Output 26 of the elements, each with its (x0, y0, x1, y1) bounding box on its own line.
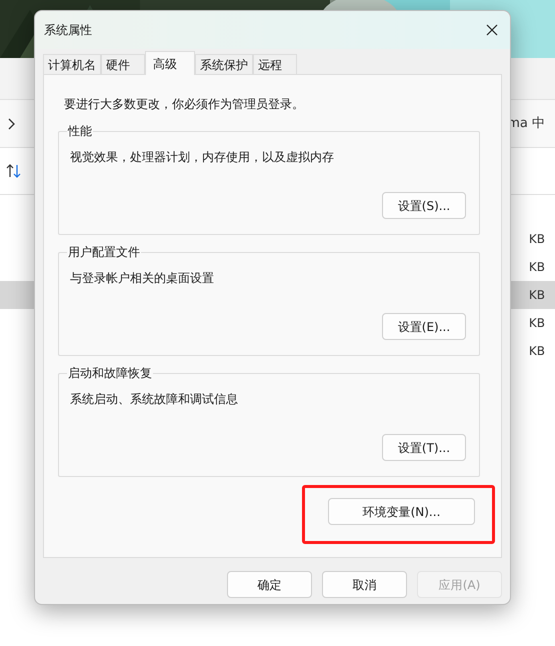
group-title: 用户配置文件 (67, 244, 141, 260)
settings-button[interactable]: 设置(E)... (382, 313, 466, 340)
environment-variables-button[interactable]: 环境变量(N)... (328, 498, 475, 525)
tab[interactable]: 硬件 (101, 54, 145, 75)
settings-button[interactable]: 设置(T)... (382, 434, 466, 461)
file-size: KB (528, 231, 545, 248)
file-size: KB (528, 287, 545, 304)
window-title: 系统属性 (44, 22, 92, 39)
group-description: 与登录帐户相关的桌面设置 (70, 270, 214, 287)
file-size: KB (528, 259, 545, 276)
file-size: KB (528, 315, 545, 332)
admin-note: 要进行大多数更改，你必须作为管理员登录。 (64, 96, 305, 113)
group-title: 性能 (67, 123, 93, 139)
dialog-button[interactable]: 确定 (227, 571, 312, 598)
group-title: 启动和故障恢复 (67, 365, 153, 381)
tab[interactable]: 系统保护 (195, 54, 253, 75)
group-description: 系统启动、系统故障和调试信息 (70, 391, 238, 408)
tab[interactable]: 计算机名 (43, 54, 101, 75)
dialog-button[interactable]: 取消 (322, 571, 407, 598)
tab[interactable]: 高级 (145, 51, 195, 75)
settings-button[interactable]: 设置(S)... (382, 192, 466, 219)
file-size: KB (528, 343, 545, 360)
group-description: 视觉效果，处理器计划，内存使用，以及虚拟内存 (70, 149, 334, 166)
chevron-right-icon[interactable] (8, 118, 16, 130)
tab[interactable]: 远程 (253, 54, 297, 75)
close-icon[interactable] (486, 24, 498, 36)
